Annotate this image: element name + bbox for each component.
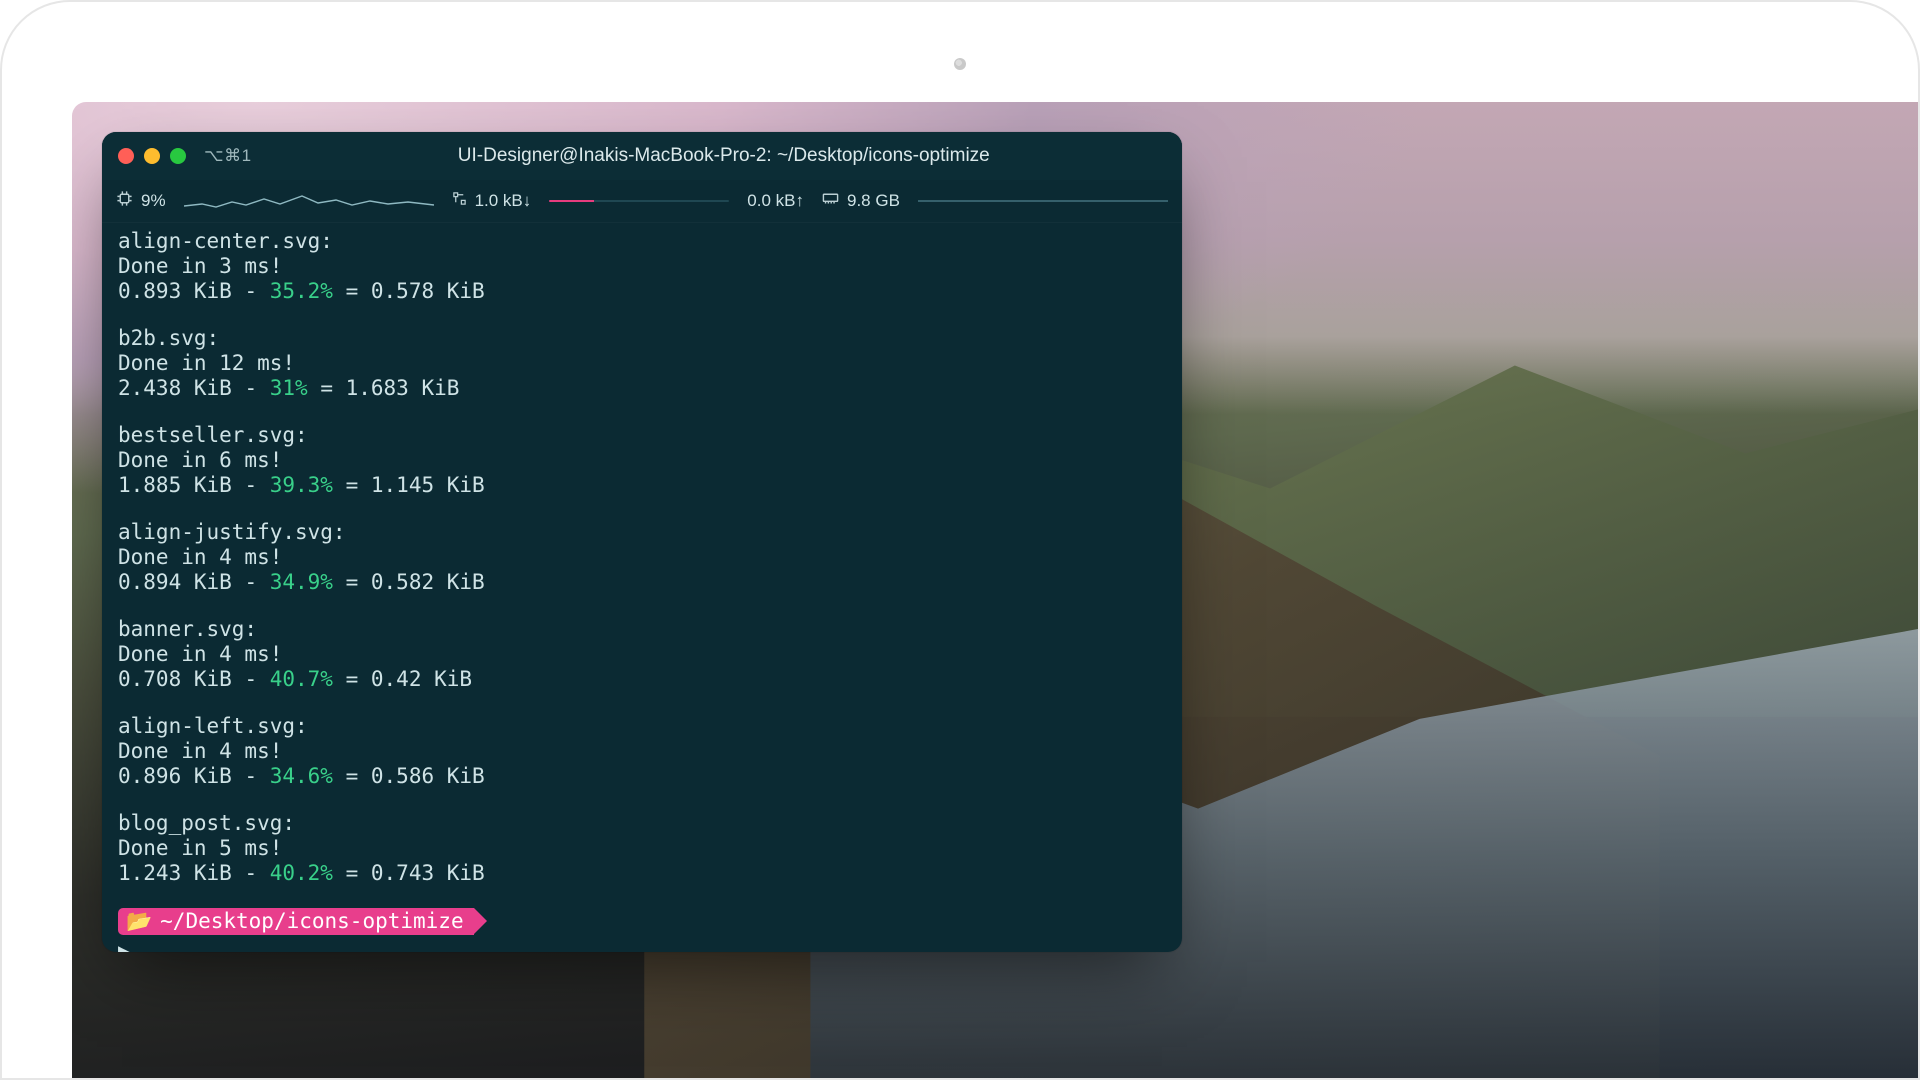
prompt-path: ~/Desktop/icons-optimize <box>160 909 463 934</box>
prompt-caret-icon: ▶ <box>118 939 131 952</box>
result-file: b2b.svg: <box>118 326 219 350</box>
result-percent: 40.7% <box>270 667 333 691</box>
result-percent: 31% <box>270 376 308 400</box>
traffic-lights <box>118 148 186 164</box>
close-icon[interactable] <box>118 148 134 164</box>
result-after: 0.743 KiB <box>371 861 485 885</box>
result-before: 1.243 KiB <box>118 861 232 885</box>
cpu-value: 9% <box>141 191 166 211</box>
result-after: 1.145 KiB <box>371 473 485 497</box>
result-before: 2.438 KiB <box>118 376 232 400</box>
result-done: Done in 4 ms! <box>118 545 282 569</box>
result-block: blog_post.svg: Done in 5 ms! 1.243 KiB -… <box>118 811 1166 886</box>
result-after: 0.578 KiB <box>371 279 485 303</box>
camera-dot <box>954 58 966 70</box>
result-before: 1.885 KiB <box>118 473 232 497</box>
cpu-sparkline <box>184 190 434 212</box>
network-icon <box>452 191 467 211</box>
result-block: b2b.svg: Done in 12 ms! 2.438 KiB - 31% … <box>118 326 1166 401</box>
desktop-wallpaper: ⌥⌘1 UI-Designer@Inakis-MacBook-Pro-2: ~/… <box>72 102 1918 1078</box>
result-done: Done in 12 ms! <box>118 351 295 375</box>
ram-value: 9.8 GB <box>847 191 900 211</box>
cpu-icon <box>116 190 133 212</box>
result-percent: 34.9% <box>270 570 333 594</box>
titlebar[interactable]: ⌥⌘1 UI-Designer@Inakis-MacBook-Pro-2: ~/… <box>102 132 1182 180</box>
result-after: 1.683 KiB <box>346 376 460 400</box>
folder-icon: 📂 <box>126 909 152 934</box>
status-bar: 9% 1.0 kB↓ 0.0 kB↑ <box>102 180 1182 223</box>
result-block: banner.svg: Done in 4 ms! 0.708 KiB - 40… <box>118 617 1166 692</box>
window-title: UI-Designer@Inakis-MacBook-Pro-2: ~/Desk… <box>282 145 1166 167</box>
result-percent: 40.2% <box>270 861 333 885</box>
result-block: align-justify.svg: Done in 4 ms! 0.894 K… <box>118 520 1166 595</box>
result-done: Done in 3 ms! <box>118 254 282 278</box>
result-before: 0.896 KiB <box>118 764 232 788</box>
device-frame: ⌥⌘1 UI-Designer@Inakis-MacBook-Pro-2: ~/… <box>0 0 1920 1080</box>
result-file: bestseller.svg: <box>118 423 308 447</box>
result-percent: 34.6% <box>270 764 333 788</box>
result-done: Done in 4 ms! <box>118 642 282 666</box>
prompt-row: 📂 ~/Desktop/icons-optimize <box>118 908 1166 935</box>
net-up-value: 0.0 kB↑ <box>747 191 804 211</box>
result-percent: 35.2% <box>270 279 333 303</box>
net-down-line <box>549 200 729 202</box>
ram-icon <box>822 191 839 211</box>
minimize-icon[interactable] <box>144 148 160 164</box>
net-stat: 1.0 kB↓ <box>452 191 532 211</box>
cpu-stat: 9% <box>116 190 166 212</box>
result-block: align-center.svg: Done in 3 ms! 0.893 Ki… <box>118 229 1166 304</box>
zoom-icon[interactable] <box>170 148 186 164</box>
result-after: 0.586 KiB <box>371 764 485 788</box>
result-done: Done in 5 ms! <box>118 836 282 860</box>
result-before: 0.894 KiB <box>118 570 232 594</box>
result-done: Done in 4 ms! <box>118 739 282 763</box>
net-down-value: 1.0 kB↓ <box>475 191 532 211</box>
result-after: 0.582 KiB <box>371 570 485 594</box>
result-percent: 39.3% <box>270 473 333 497</box>
prompt-input-line[interactable]: ▶ <box>118 939 1166 952</box>
tab-shortcut-hint: ⌥⌘1 <box>204 146 252 166</box>
result-file: align-left.svg: <box>118 714 308 738</box>
result-file: blog_post.svg: <box>118 811 295 835</box>
result-before: 0.893 KiB <box>118 279 232 303</box>
result-before: 0.708 KiB <box>118 667 232 691</box>
prompt-path-chip: 📂 ~/Desktop/icons-optimize <box>118 908 474 935</box>
result-done: Done in 6 ms! <box>118 448 282 472</box>
terminal-body[interactable]: align-center.svg: Done in 3 ms! 0.893 Ki… <box>102 223 1182 952</box>
result-after: 0.42 KiB <box>371 667 472 691</box>
result-file: align-justify.svg: <box>118 520 346 544</box>
net-up-stat: 0.0 kB↑ <box>747 191 804 211</box>
result-block: align-left.svg: Done in 4 ms! 0.896 KiB … <box>118 714 1166 789</box>
result-file: banner.svg: <box>118 617 257 641</box>
ram-line <box>918 200 1168 202</box>
ram-stat: 9.8 GB <box>822 191 900 211</box>
terminal-window[interactable]: ⌥⌘1 UI-Designer@Inakis-MacBook-Pro-2: ~/… <box>102 132 1182 952</box>
result-block: bestseller.svg: Done in 6 ms! 1.885 KiB … <box>118 423 1166 498</box>
result-file: align-center.svg: <box>118 229 333 253</box>
